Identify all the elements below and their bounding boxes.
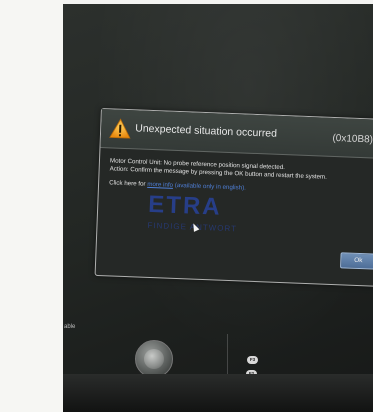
more-info-link[interactable]: more info bbox=[147, 181, 173, 189]
monitor-bezel bbox=[63, 374, 373, 412]
monitor-screen: Unexpected situation occurred (0x10B8) ✕… bbox=[63, 4, 373, 412]
watermark-logo: ETRA bbox=[147, 190, 223, 221]
error-code: (0x10B8) bbox=[332, 132, 373, 146]
joystick-control[interactable] bbox=[135, 340, 173, 378]
dialog-header: Unexpected situation occurred (0x10B8) ✕ bbox=[100, 109, 373, 160]
link-prefix: Click here for bbox=[108, 179, 148, 188]
ok-button[interactable]: Ok bbox=[340, 252, 373, 270]
dialog-title: Unexpected situation occurred bbox=[135, 122, 278, 140]
f3-button[interactable]: F3 bbox=[247, 356, 258, 364]
joystick-knob-icon bbox=[144, 349, 164, 369]
background-margin bbox=[0, 0, 63, 412]
side-label: able bbox=[64, 324, 76, 330]
warning-icon bbox=[109, 118, 131, 139]
error-dialog: Unexpected situation occurred (0x10B8) ✕… bbox=[94, 108, 373, 288]
link-suffix: (available only in english). bbox=[172, 181, 247, 192]
photo-frame: Unexpected situation occurred (0x10B8) ✕… bbox=[0, 0, 373, 412]
